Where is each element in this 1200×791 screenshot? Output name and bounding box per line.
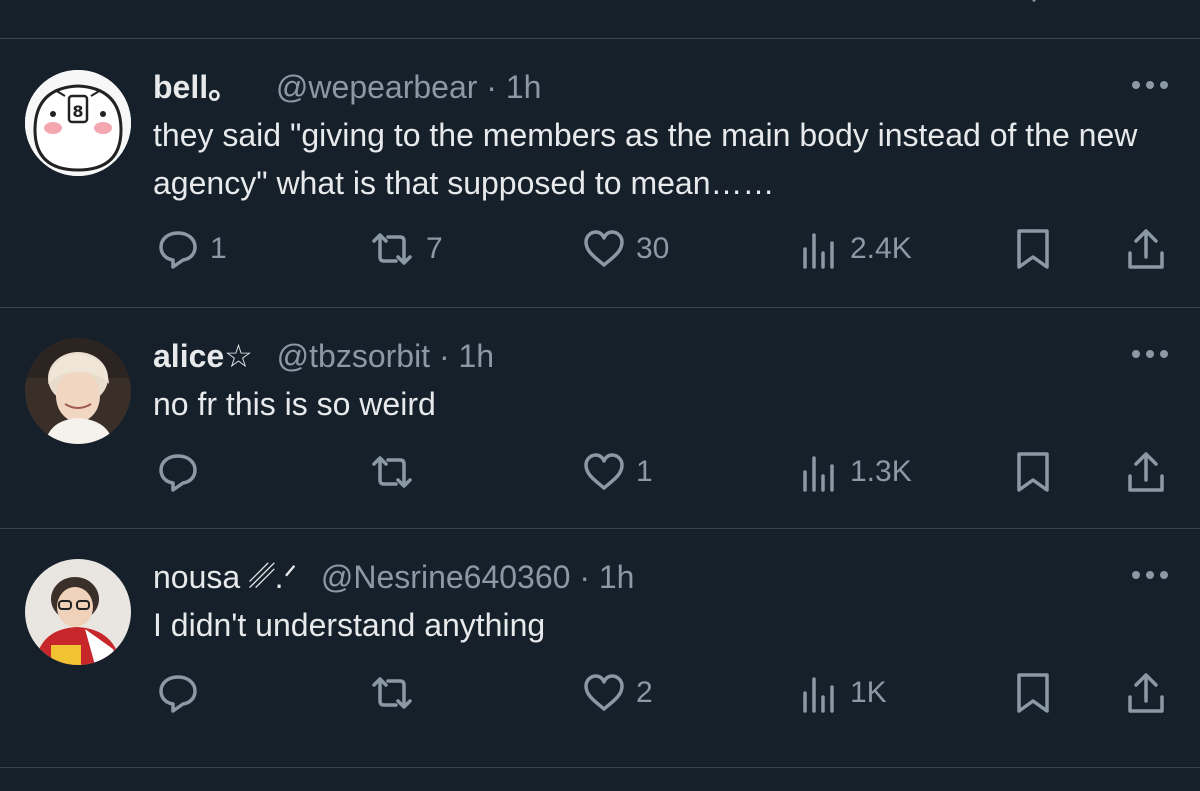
share-icon <box>1128 673 1164 713</box>
bookmark-icon <box>1017 452 1049 492</box>
view-count: 1K <box>850 676 887 709</box>
tweet-text: no fr this is so weird <box>153 386 436 422</box>
more-options-icon[interactable] <box>1128 344 1172 364</box>
user-handle[interactable]: @wepearbear <box>276 69 477 105</box>
tweet-text: I didn't understand anything <box>153 607 546 643</box>
like-button[interactable]: 30 <box>582 227 669 271</box>
reply-button[interactable] <box>156 450 210 494</box>
retweet-count: 7 <box>426 232 443 265</box>
action-bar: 1 1.3K <box>0 450 1200 494</box>
separator: · <box>486 69 497 105</box>
timestamp[interactable]: 1h <box>599 559 635 595</box>
share-icon[interactable] <box>1024 0 1044 4</box>
view-count: 1.3K <box>850 455 912 488</box>
share-icon <box>1128 452 1164 492</box>
timeline: 8 bell。 @wepearbear · 1h they said "givi… <box>0 0 1200 791</box>
like-count: 2 <box>636 676 653 709</box>
retweet-icon <box>372 233 412 265</box>
display-name[interactable]: bell。 <box>153 69 240 105</box>
reply-icon <box>159 231 197 269</box>
reply-icon <box>159 675 197 713</box>
tweet[interactable]: alice☆ @tbzsorbit · 1h no fr this is so … <box>0 308 1200 528</box>
more-options-icon[interactable] <box>1128 565 1172 585</box>
svg-text:8: 8 <box>72 102 83 121</box>
reply-button[interactable] <box>156 671 210 715</box>
display-name[interactable]: nousa ␥.ᐟ <box>153 559 297 595</box>
retweet-button[interactable] <box>368 450 426 494</box>
action-bar: 2 1K <box>0 671 1200 715</box>
views-icon <box>803 456 834 492</box>
share-button[interactable] <box>1124 227 1168 271</box>
retweet-icon <box>372 456 412 488</box>
more-options-icon[interactable] <box>1128 75 1172 95</box>
retweet-icon <box>372 677 412 709</box>
timestamp[interactable]: 1h <box>459 338 495 374</box>
avatar[interactable]: 8 <box>25 70 131 176</box>
tweet[interactable]: 8 bell。 @wepearbear · 1h they said "givi… <box>0 39 1200 307</box>
share-button[interactable] <box>1124 671 1168 715</box>
tweet-header: nousa ␥.ᐟ @Nesrine640360 · 1h <box>153 557 634 597</box>
bookmark-icon <box>1017 229 1049 269</box>
heart-icon <box>584 230 624 267</box>
retweet-button[interactable]: 7 <box>368 227 443 271</box>
bookmark-button[interactable] <box>1014 227 1052 271</box>
bookmark-button[interactable] <box>1014 450 1052 494</box>
views-icon <box>803 677 834 713</box>
like-count: 30 <box>636 232 670 265</box>
action-bar: 1 7 30 2.4K <box>0 227 1200 271</box>
bookmark-icon <box>1017 673 1049 713</box>
tweet-header: alice☆ @tbzsorbit · 1h <box>153 336 494 376</box>
user-handle[interactable]: @tbzsorbit <box>277 338 430 374</box>
user-handle[interactable]: @Nesrine640360 <box>321 559 571 595</box>
share-button[interactable] <box>1124 450 1168 494</box>
tweet[interactable]: nousa ␥.ᐟ @Nesrine640360 · 1h I didn't u… <box>0 529 1200 767</box>
reply-button[interactable]: 1 <box>156 227 227 271</box>
reply-icon <box>159 454 197 492</box>
tweet-text: they said "giving to the members as the … <box>153 117 1138 201</box>
heart-icon <box>584 674 624 711</box>
views-button[interactable]: 1K <box>800 671 887 715</box>
reply-count: 1 <box>210 232 227 265</box>
display-name[interactable]: alice☆ <box>153 338 253 374</box>
like-count: 1 <box>636 455 653 488</box>
bookmark-button[interactable] <box>1014 671 1052 715</box>
views-icon <box>803 233 834 269</box>
avatar[interactable] <box>25 559 131 665</box>
avatar[interactable] <box>25 338 131 444</box>
separator: · <box>579 559 590 595</box>
view-count: 2.4K <box>850 232 912 265</box>
views-button[interactable]: 2.4K <box>800 227 912 271</box>
divider <box>0 767 1200 768</box>
tweet-header: bell。 @wepearbear · 1h <box>153 67 541 107</box>
like-button[interactable]: 1 <box>582 450 653 494</box>
share-icon <box>1128 229 1164 269</box>
like-button[interactable]: 2 <box>582 671 653 715</box>
views-button[interactable]: 1.3K <box>800 450 912 494</box>
timestamp[interactable]: 1h <box>506 69 542 105</box>
separator: · <box>438 338 450 374</box>
retweet-button[interactable] <box>368 671 426 715</box>
heart-icon <box>584 453 624 490</box>
